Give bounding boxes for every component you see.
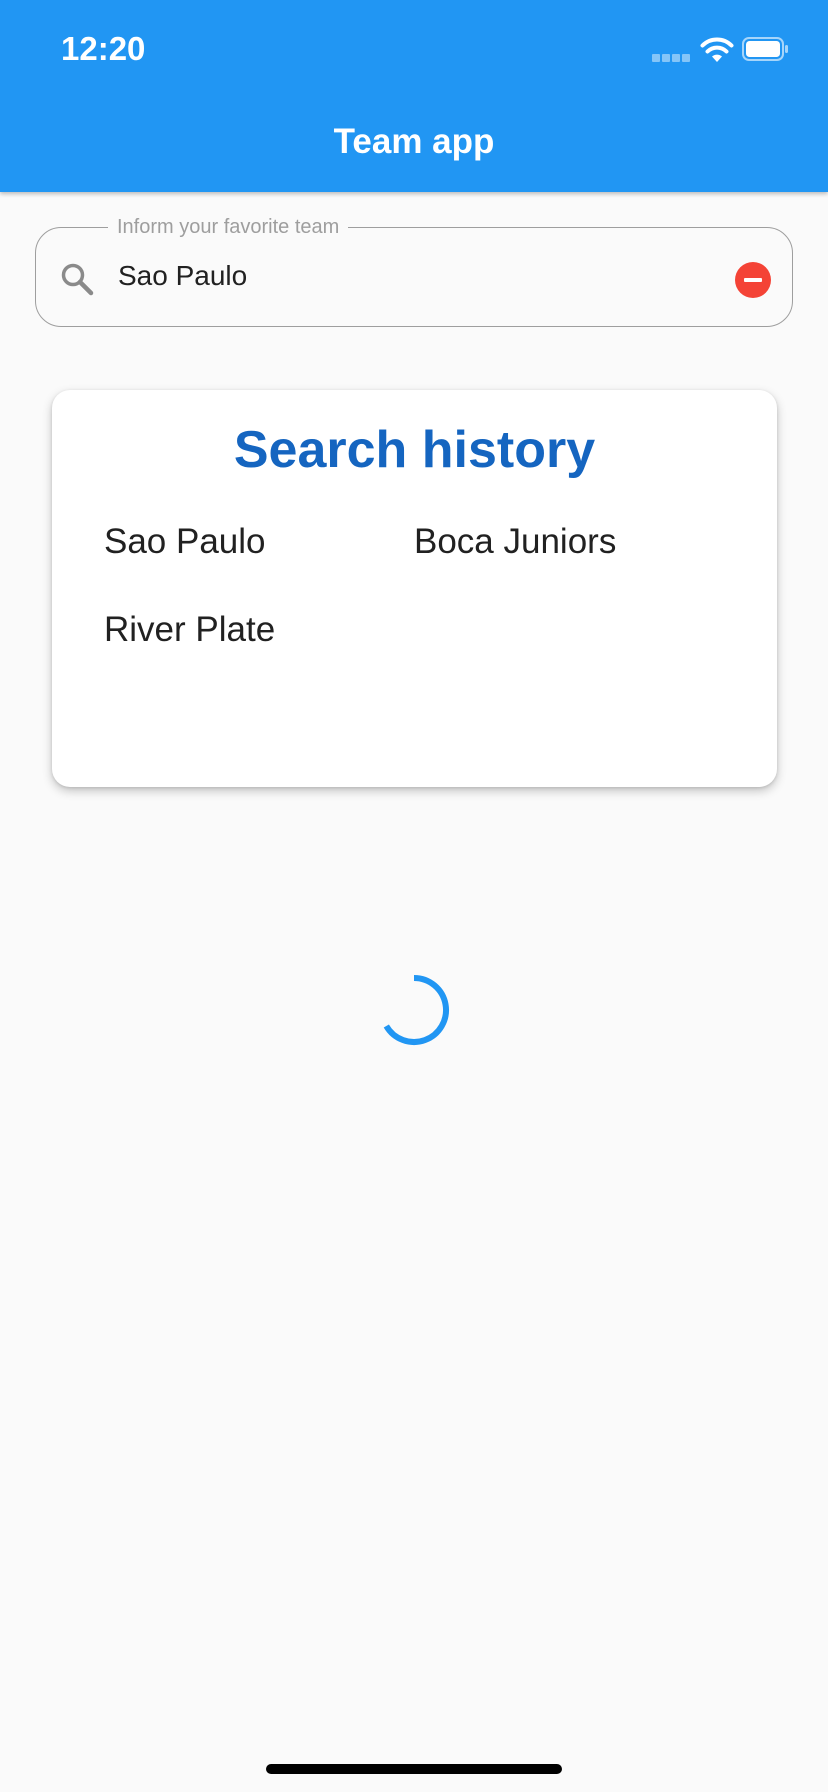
clear-search-button[interactable] bbox=[735, 262, 771, 298]
search-history-title: Search history bbox=[233, 421, 596, 479]
remove-circle-icon bbox=[744, 278, 762, 282]
home-indicator[interactable] bbox=[266, 1764, 562, 1774]
cellular-signal-icon bbox=[652, 54, 690, 62]
history-item[interactable]: River Plate bbox=[104, 608, 275, 652]
search-input[interactable]: Sao Paulo bbox=[118, 258, 698, 294]
history-item[interactable]: Sao Paulo bbox=[104, 520, 266, 564]
app-bar: 12:20 Team app bbox=[0, 0, 828, 192]
team-search-field[interactable]: Inform your favorite team Sao Paulo bbox=[35, 214, 793, 327]
battery-icon bbox=[742, 37, 788, 61]
search-field-label: Inform your favorite team bbox=[108, 214, 349, 240]
loading-spinner bbox=[383, 975, 450, 1045]
status-bar-time: 12:20 bbox=[61, 30, 146, 67]
wifi-icon bbox=[700, 37, 734, 62]
history-item[interactable]: Boca Juniors bbox=[414, 520, 616, 564]
app-title: Team app bbox=[333, 122, 495, 161]
search-icon bbox=[61, 263, 94, 296]
search-history-card: Search history Sao Paulo Boca Juniors Ri… bbox=[52, 390, 777, 787]
